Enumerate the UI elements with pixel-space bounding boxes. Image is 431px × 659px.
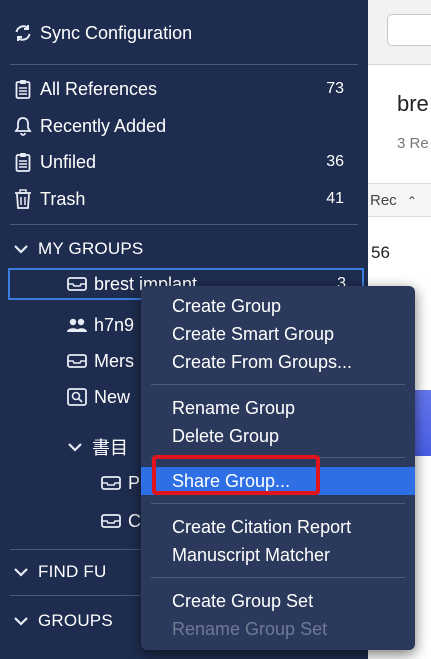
group-tray-icon xyxy=(66,353,88,369)
column-header-label: Rec xyxy=(370,192,397,209)
menu-item-rename-group[interactable]: Rename Group xyxy=(141,394,415,422)
item-count: 41 xyxy=(326,190,344,207)
group-tray-icon xyxy=(100,513,122,529)
menu-item-share-group[interactable]: Share Group... xyxy=(141,467,415,495)
table-cell[interactable]: 56 xyxy=(371,243,390,263)
group-tray-icon xyxy=(66,276,88,292)
sync-configuration-item[interactable]: Sync Configuration xyxy=(0,18,368,48)
sync-configuration-label: Sync Configuration xyxy=(40,22,193,43)
context-menu: Create Group Create Smart Group Create F… xyxy=(141,286,415,650)
sidebar-item-recently-added[interactable]: Recently Added xyxy=(0,111,368,141)
menu-item-rename-group-set: Rename Group Set xyxy=(172,619,328,639)
menu-item-delete-group[interactable]: Delete Group xyxy=(141,422,415,450)
menu-item-create-smart-group[interactable]: Create Smart Group xyxy=(141,320,415,348)
smart-group-icon xyxy=(66,388,88,406)
clipboard-icon xyxy=(12,79,34,99)
sidebar-item-label: All References xyxy=(40,78,158,99)
divider xyxy=(10,64,358,65)
chevron-down-icon xyxy=(10,613,32,629)
menu-item-create-from-groups[interactable]: Create From Groups... xyxy=(141,348,415,376)
group-subtitle: 3 Re xyxy=(397,135,429,152)
bell-icon xyxy=(12,116,34,136)
sidebar-item-all-references[interactable]: All References 73 xyxy=(0,74,368,104)
my-groups-label: MY GROUPS xyxy=(38,239,144,258)
sidebar-item-trash[interactable]: Trash 41 xyxy=(0,184,368,214)
chevron-down-icon xyxy=(10,241,32,257)
my-groups-header[interactable]: MY GROUPS xyxy=(0,234,368,264)
menu-separator xyxy=(151,503,405,504)
chevron-down-icon xyxy=(64,439,86,455)
menu-item-create-group-set[interactable]: Create Group Set xyxy=(141,587,415,615)
sidebar-item-label: Recently Added xyxy=(40,115,167,136)
item-count: 73 xyxy=(326,80,344,97)
menu-item-create-group[interactable]: Create Group xyxy=(141,292,415,320)
sort-chevron-icon: ⌃ xyxy=(406,194,417,208)
clipboard-icon xyxy=(12,152,34,172)
column-header[interactable]: Rec ⌃ xyxy=(368,183,431,217)
sidebar-item-label: Trash xyxy=(40,188,86,209)
sync-icon xyxy=(12,23,34,43)
group-title: bre xyxy=(397,91,429,116)
group-tray-icon xyxy=(100,475,122,491)
trash-icon xyxy=(12,189,34,209)
menu-separator xyxy=(151,577,405,578)
sidebar-item-unfiled[interactable]: Unfiled 36 xyxy=(0,147,368,177)
people-icon xyxy=(66,317,88,333)
item-count: 36 xyxy=(326,153,344,170)
menu-separator xyxy=(151,457,405,458)
menu-separator xyxy=(151,384,405,385)
menu-item-manuscript-matcher[interactable]: Manuscript Matcher xyxy=(141,541,415,569)
search-input[interactable] xyxy=(387,14,431,46)
divider xyxy=(10,224,358,225)
chevron-down-icon xyxy=(10,564,32,580)
sidebar-item-label: Unfiled xyxy=(40,151,97,172)
menu-item-create-citation-report[interactable]: Create Citation Report xyxy=(141,513,415,541)
